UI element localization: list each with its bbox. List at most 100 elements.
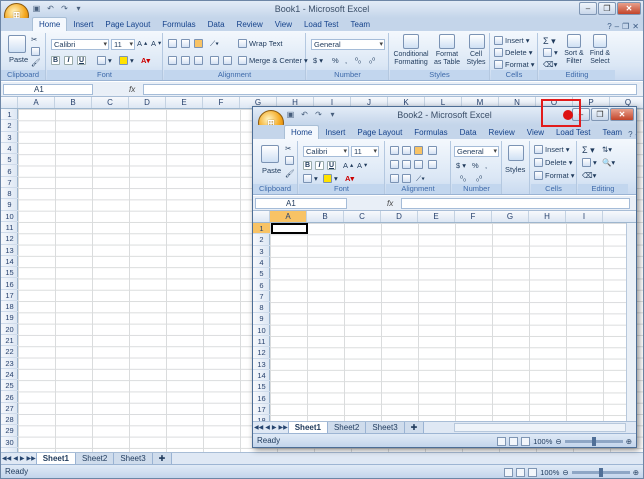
row-header[interactable]: 2 [253,234,270,246]
clear-icon[interactable]: ⌫▾ [543,60,557,69]
borders-icon[interactable]: ▾ [303,174,318,183]
column-header[interactable]: E [166,97,203,108]
close-button[interactable]: ✕ [617,2,641,15]
workbook-minimize-icon[interactable]: – [636,130,637,139]
tab-team[interactable]: Team [345,18,377,31]
zoom-slider[interactable] [571,468,630,477]
merge-center-button[interactable]: Merge & Center ▾ [238,56,308,65]
align-bottom-icon[interactable] [194,39,203,48]
underline-button[interactable]: U [327,161,336,170]
name-box[interactable]: A1 [255,198,347,209]
row-header[interactable]: 8 [253,302,270,314]
bold-button[interactable]: B [303,161,312,170]
align-bottom-icon[interactable] [414,146,423,155]
row-header[interactable]: 15 [1,267,18,279]
sort-filter-icon[interactable] [567,34,581,48]
cell-styles-icon[interactable] [469,34,485,49]
comma-icon[interactable]: , [485,161,487,170]
tab-team[interactable]: Team [597,126,629,139]
redo-icon[interactable]: ↷ [313,109,324,120]
sort-filter-button[interactable]: Sort & Filter [561,50,587,66]
row-header[interactable]: 6 [253,280,270,291]
tab-load-test[interactable]: Load Test [550,126,597,139]
row-header[interactable]: 28 [1,414,18,426]
underline-button[interactable]: U [77,56,86,65]
sheet-tab-3[interactable]: Sheet3 [113,452,153,465]
align-left-icon[interactable] [390,160,399,169]
format-as-table-button[interactable]: Format as Table [432,51,462,67]
tab-page-layout[interactable]: Page Layout [99,18,156,31]
insert-function-button[interactable]: fx [387,198,393,209]
page-break-view-icon[interactable] [521,437,531,446]
font-color-icon[interactable]: A▾ [141,56,150,65]
fill-icon[interactable]: ▾ [582,158,597,167]
zoom-level[interactable]: 100% [533,435,552,447]
row-header[interactable]: 30 [1,437,18,448]
formula-input[interactable] [143,84,637,95]
font-size-select[interactable]: 11 [111,39,135,50]
redo-icon[interactable]: ↷ [59,3,70,14]
insert-function-button[interactable]: fx [129,84,135,95]
row-header[interactable]: 7 [1,177,18,189]
workbook-minimize-icon[interactable]: – [615,22,619,31]
wrap-text-icon[interactable] [428,146,437,155]
font-size-select[interactable]: 11 [351,146,379,157]
zoom-in-icon[interactable]: ⊕ [633,466,639,478]
format-painter-icon[interactable]: 🖌 [285,169,295,178]
copy-icon[interactable] [285,156,294,165]
row-header[interactable]: 18 [1,301,18,313]
row-header[interactable]: 9 [253,313,270,325]
normal-view-icon[interactable] [497,437,507,446]
row-header[interactable]: 7 [253,291,270,303]
number-format-select[interactable]: General [454,146,499,157]
copy-icon[interactable] [31,47,40,56]
workbook-restore-icon[interactable]: ❐ [622,22,629,31]
horizontal-scrollbar[interactable] [453,423,626,432]
insert-cells-button[interactable]: Insert ▾ [534,145,570,154]
row-header[interactable]: 14 [1,256,18,268]
zoom-in-icon[interactable]: ⊕ [626,435,632,447]
fill-icon[interactable]: ▾ [543,48,558,57]
tab-formulas[interactable]: Formulas [408,126,453,139]
find-select-button[interactable]: Find & Select [587,50,613,66]
tab-home[interactable]: Home [284,125,320,139]
paste-button[interactable]: Paste [262,166,281,175]
column-header[interactable]: I [566,211,603,222]
orientation-icon[interactable]: ⟋▾ [416,174,425,184]
zoom-out-icon[interactable]: ⊖ [562,466,568,478]
insert-sheet-icon[interactable]: ✚ [403,421,425,434]
paste-icon[interactable] [261,145,279,163]
font-name-select[interactable]: Calibri [303,146,349,157]
row-header[interactable]: 20 [1,324,18,335]
formula-input[interactable] [401,198,630,209]
row-header[interactable]: 3 [253,246,270,257]
increase-indent-icon[interactable] [402,174,411,183]
tab-data[interactable]: Data [202,18,231,31]
decrease-decimal-icon[interactable]: ₀⁰ [369,56,375,65]
row-header[interactable]: 13 [1,245,18,256]
column-header[interactable]: E [418,211,455,222]
decrease-indent-icon[interactable] [390,174,399,183]
fill-color-icon[interactable]: ▾ [119,56,134,65]
insert-cells-button[interactable]: Insert ▾ [494,36,530,45]
row-header[interactable]: 10 [253,325,270,336]
tab-page-layout[interactable]: Page Layout [351,126,408,139]
close-button[interactable]: ✕ [610,108,634,121]
tab-insert[interactable]: Insert [67,18,99,31]
format-cells-button[interactable]: Format ▾ [534,171,575,180]
row-header[interactable]: 1 [253,223,270,235]
row-header[interactable]: 11 [253,336,270,348]
borders-icon[interactable]: ▾ [97,56,112,65]
tab-home[interactable]: Home [32,17,68,31]
increase-decimal-icon[interactable]: ⁰₀ [460,174,466,183]
styles-button[interactable]: Styles [505,165,525,174]
row-header[interactable]: 17 [1,290,18,302]
fill-color-icon[interactable]: ▾ [323,174,338,183]
sheet-tab-2[interactable]: Sheet2 [326,421,367,434]
next-sheet-icon[interactable]: ▶ [19,455,26,462]
sort-filter-icon[interactable]: ⇅▾ [602,145,612,154]
shrink-font-icon[interactable]: A ▾ [357,161,367,170]
row-header[interactable]: 6 [1,166,18,177]
customize-qat-icon[interactable]: ▾ [327,109,338,120]
minimize-button[interactable]: – [579,2,597,15]
